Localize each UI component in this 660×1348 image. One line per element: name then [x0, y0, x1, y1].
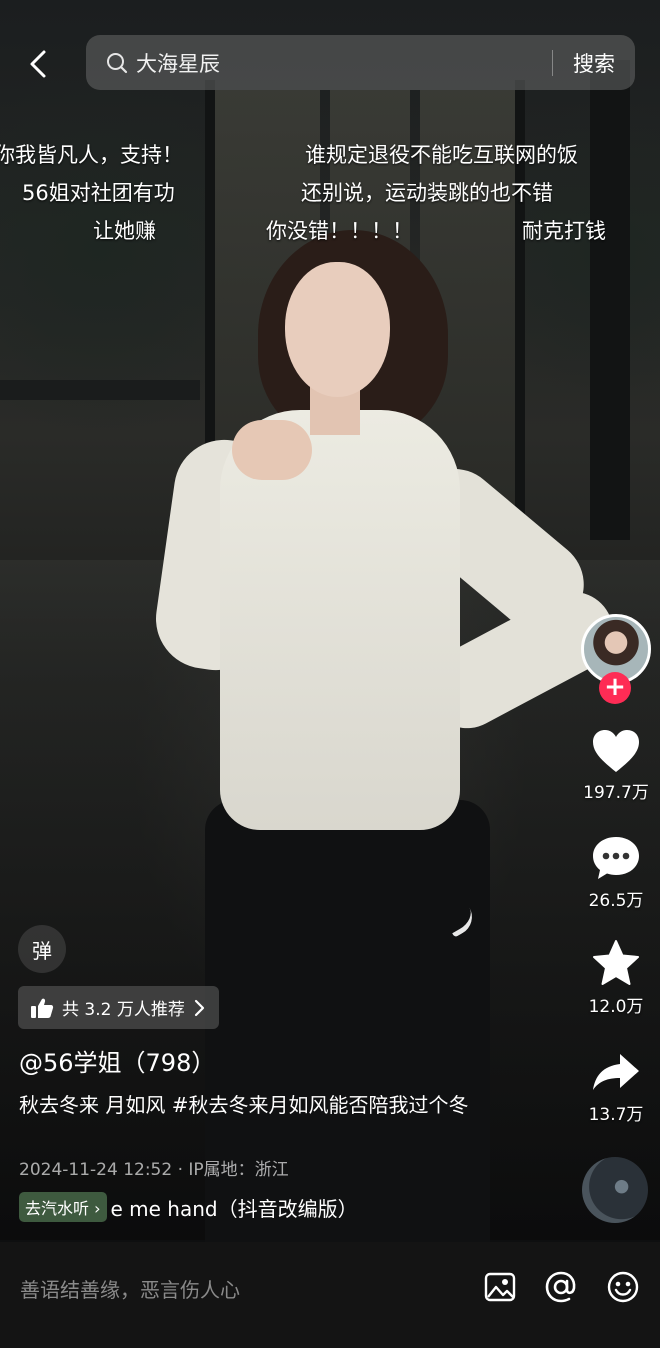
- danmaku-comment: 你我皆凡人，支持！: [0, 143, 183, 167]
- back-arrow-icon: [30, 50, 46, 78]
- star-icon: [593, 940, 639, 985]
- author-name[interactable]: @56学姐（798）: [19, 1043, 215, 1078]
- listen-in-qishui-tag[interactable]: 去汽水听 ›: [19, 1192, 107, 1222]
- music-disc-button[interactable]: [582, 1157, 648, 1223]
- danmaku-comment: 耐克打钱: [522, 219, 606, 243]
- heart-icon: [593, 730, 639, 772]
- danmaku-comment: 56姐对社团有功: [22, 181, 175, 205]
- music-row[interactable]: 去汽水听 › e me hand（抖音改编版）: [19, 1192, 358, 1222]
- at-icon[interactable]: [544, 1270, 578, 1304]
- like-button[interactable]: 197.7万: [578, 728, 654, 803]
- share-arrow-icon: [593, 1054, 639, 1090]
- share-count: 13.7万: [588, 1105, 644, 1125]
- comment-icon: [593, 837, 639, 879]
- search-icon: [107, 52, 128, 73]
- share-button[interactable]: 13.7万: [578, 1050, 654, 1125]
- chevron-right-icon: [194, 999, 204, 1016]
- emoji-icon[interactable]: [606, 1270, 640, 1304]
- post-meta: 2024-11-24 12:52 · IP属地：浙江: [19, 1160, 289, 1180]
- danmaku-comment: 你没错！！！！: [266, 219, 413, 243]
- search-input[interactable]: 大海星辰: [136, 48, 552, 78]
- like-count: 197.7万: [583, 783, 649, 803]
- favorite-count: 12.0万: [588, 997, 644, 1017]
- danmaku-comment: 还别说，运动装跳的也不错: [301, 181, 553, 205]
- danmaku-comment: 让她赚: [93, 219, 156, 243]
- comment-input[interactable]: 善语结善缘，恶言伤人心: [20, 1274, 240, 1303]
- back-button[interactable]: [20, 44, 56, 84]
- music-title[interactable]: e me hand（抖音改编版）: [111, 1193, 358, 1222]
- recommend-pill[interactable]: 共 3.2 万人推荐: [18, 986, 219, 1029]
- danmaku-toggle-button[interactable]: 弹: [18, 925, 66, 973]
- favorite-button[interactable]: 12.0万: [578, 938, 654, 1017]
- search-bar[interactable]: 大海星辰 搜索: [86, 35, 635, 90]
- comment-button[interactable]: 26.5万: [578, 834, 654, 911]
- video-caption[interactable]: 秋去冬来 月如风 #秋去冬来月如风能否陪我过个冬: [19, 1090, 509, 1120]
- comment-count: 26.5万: [588, 891, 644, 911]
- author-avatar-button[interactable]: +: [581, 614, 651, 704]
- comment-bar: 善语结善缘，恶言伤人心: [0, 1242, 660, 1348]
- image-icon[interactable]: [483, 1270, 517, 1304]
- thumbs-up-icon: [31, 998, 54, 1018]
- danmaku-comment: 谁规定退役不能吃互联网的饭: [305, 143, 578, 167]
- search-button[interactable]: 搜索: [553, 48, 635, 78]
- follow-button[interactable]: +: [599, 672, 631, 704]
- recommend-label: 共 3.2 万人推荐: [62, 1000, 185, 1020]
